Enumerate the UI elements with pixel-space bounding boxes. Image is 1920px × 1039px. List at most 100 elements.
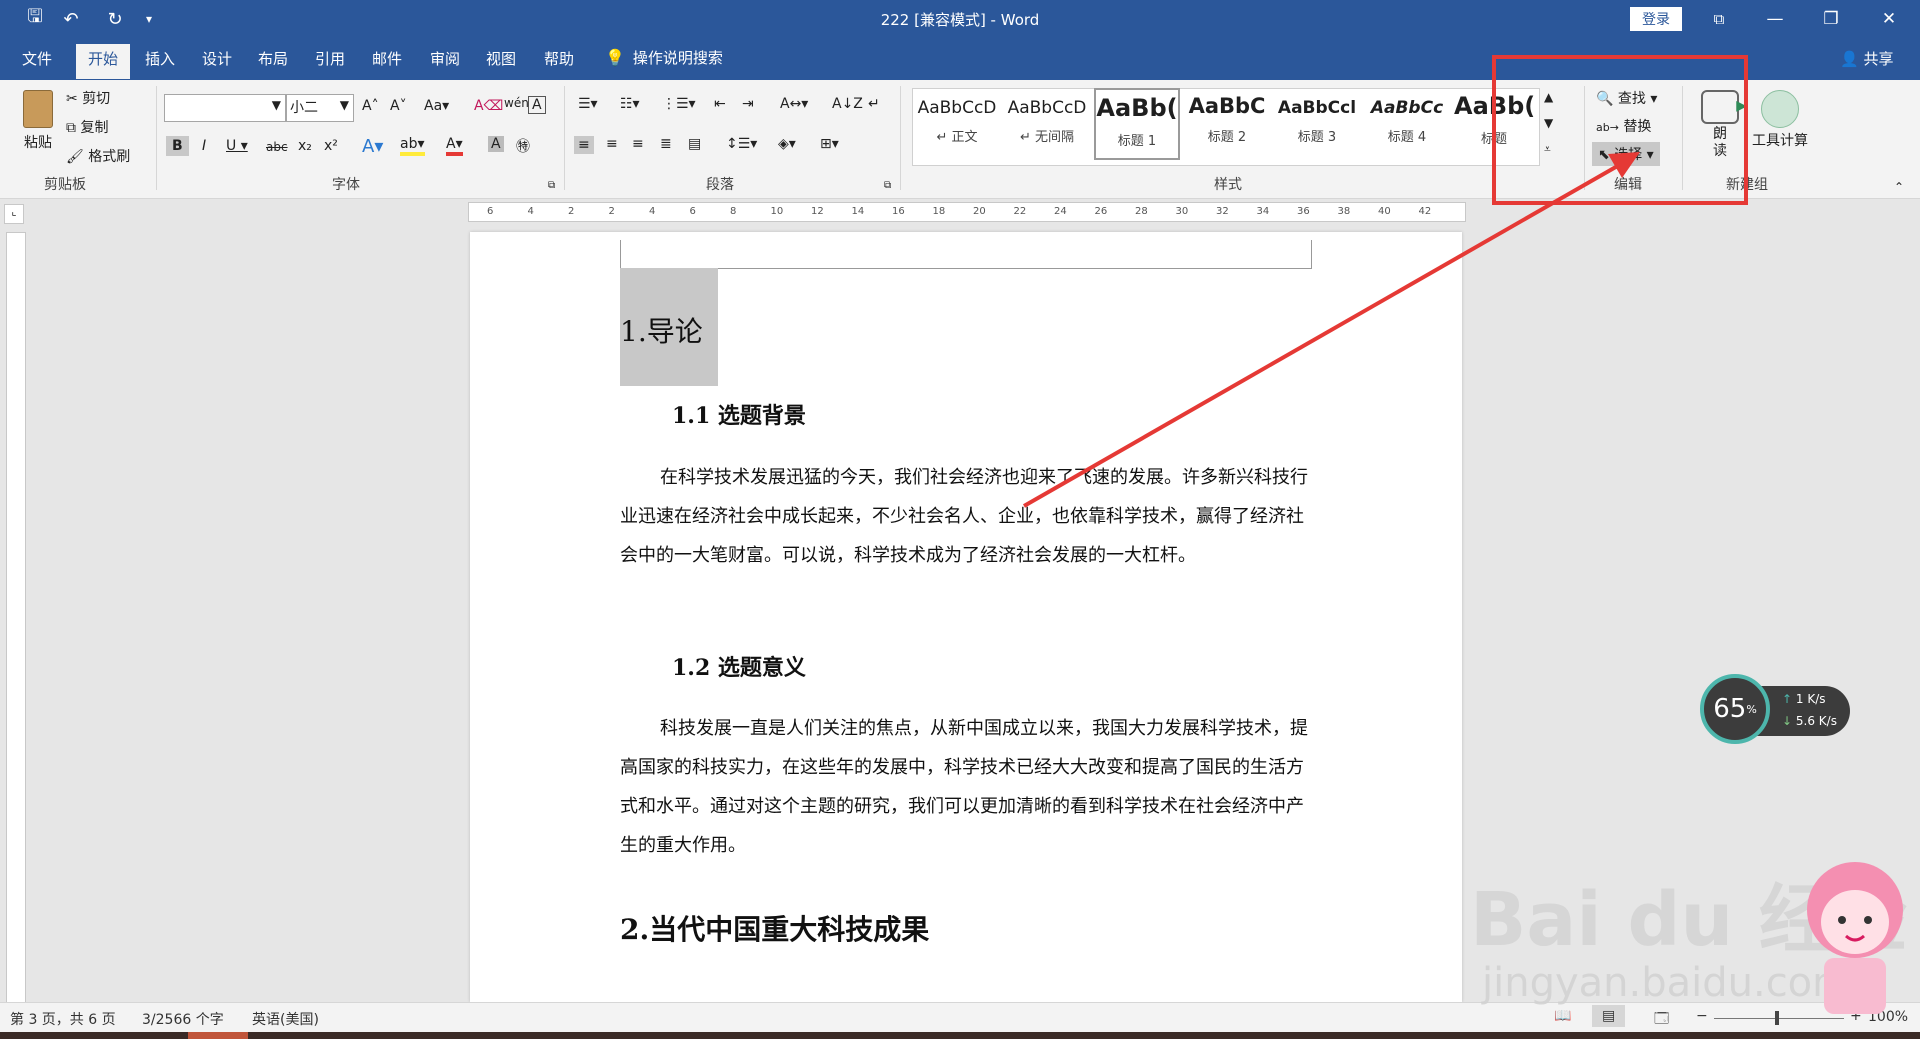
tab-layout[interactable]: 布局 xyxy=(258,48,288,69)
heading-1[interactable]: 2.当代中国重大科技成果 xyxy=(620,908,929,948)
align-center-button[interactable]: ≡ xyxy=(606,136,618,152)
phonetic-guide-icon[interactable]: wén xyxy=(504,96,529,110)
paste-button[interactable]: 粘贴 xyxy=(18,90,58,152)
format-painter-button[interactable]: 🖌 格式刷 xyxy=(66,146,130,166)
tell-me-search[interactable]: 💡 操作说明搜索 xyxy=(605,47,723,68)
tab-view[interactable]: 视图 xyxy=(486,48,516,69)
tab-insert[interactable]: 插入 xyxy=(145,48,175,69)
network-monitor-widget[interactable]: ↑ 1 K/s ↓ 5.6 K/s 65% xyxy=(1700,674,1850,746)
login-button[interactable]: 登录 xyxy=(1630,7,1682,31)
style-heading-1[interactable]: AaBb( 标题 1 xyxy=(1094,88,1180,160)
font-dialog-launcher-icon[interactable]: ⧉ xyxy=(548,180,555,191)
font-color-icon[interactable]: A▾ xyxy=(446,136,463,156)
share-button[interactable]: 👤 共享 xyxy=(1840,48,1893,69)
chinese-layout-icon[interactable]: A↔▾ xyxy=(780,96,808,112)
font-size-dropdown[interactable]: 小二 ▼ xyxy=(286,94,354,122)
language-indicator[interactable]: 英语(美国) xyxy=(252,1009,319,1029)
ribbon-display-options-icon[interactable]: ⧉ xyxy=(1696,6,1742,32)
document-page[interactable]: 1.导论 1.1 选题背景 在科学技术发展迅猛的今天，我们社会经济也迎来了飞速的… xyxy=(470,232,1462,1002)
calculator-icon xyxy=(1761,90,1799,128)
style-sample: AaBbCcD xyxy=(917,98,997,118)
paragraph-dialog-launcher-icon[interactable]: ⧉ xyxy=(884,180,891,191)
style-normal[interactable]: AaBbCcD ↵ 正文 xyxy=(914,88,1000,160)
ruler-tick-label: 38 xyxy=(1337,206,1351,217)
tab-design[interactable]: 设计 xyxy=(202,48,232,69)
decrease-indent-icon[interactable]: ⇤ xyxy=(714,96,726,112)
heading-1[interactable]: 1.导论 xyxy=(620,310,703,350)
line-spacing-icon[interactable]: ↕☰▾ xyxy=(726,136,757,152)
close-button[interactable]: ✕ xyxy=(1866,6,1912,32)
align-left-button[interactable]: ≡ xyxy=(574,136,594,154)
ruler-tick-label: 26 xyxy=(1094,206,1108,217)
search-hint-label: 操作说明搜索 xyxy=(632,49,723,67)
char-shading-icon[interactable]: A xyxy=(488,136,504,152)
tab-references[interactable]: 引用 xyxy=(315,48,345,69)
horizontal-ruler[interactable]: 6 4 2 2 4 6 8 10 12 14 16 18 20 22 24 26 28 30 32 34 36 38 40 4… xyxy=(468,202,1466,222)
tool-calc-button[interactable]: 工具计算 xyxy=(1750,90,1810,150)
bullets-icon[interactable]: ☰▾ xyxy=(578,96,598,112)
maximize-button[interactable]: ❐ xyxy=(1808,6,1854,32)
subscript-button[interactable]: x₂ xyxy=(298,138,312,154)
sort-icon[interactable]: A↓Z xyxy=(832,96,863,112)
tab-file[interactable]: 文件 xyxy=(22,48,52,69)
style-heading-2[interactable]: AaBbC 标题 2 xyxy=(1184,88,1270,160)
paragraph-group-label: 段落 xyxy=(706,177,734,193)
tab-selector[interactable]: ⌞ xyxy=(4,204,24,224)
collapse-ribbon-icon[interactable]: ⌃ xyxy=(1894,180,1904,194)
justify-button[interactable]: ≣ xyxy=(660,136,672,152)
ruler-ticks: 6 4 2 2 4 6 8 10 12 14 16 18 20 22 24 26 28 30 32 34 36 38 40 4… xyxy=(469,203,1465,221)
highlight-icon[interactable]: ab▾ xyxy=(400,136,425,156)
vertical-ruler[interactable] xyxy=(6,232,26,1004)
ruler-tick-label: 2 xyxy=(568,206,575,217)
network-speed-panel: ↑ 1 K/s ↓ 5.6 K/s xyxy=(1756,686,1850,736)
body-paragraph[interactable]: 科技发展一直是人们关注的焦点，从新中国成立以来，我国大力发展科学技术，提高国家的… xyxy=(620,709,1320,865)
memory-percent: 65 xyxy=(1713,694,1747,724)
cut-button[interactable]: ✂ 剪切 xyxy=(66,88,110,108)
change-case-icon[interactable]: Aa▾ xyxy=(424,98,449,114)
tab-home[interactable]: 开始 xyxy=(76,44,131,79)
align-right-button[interactable]: ≡ xyxy=(632,136,644,152)
numbering-icon[interactable]: ☷▾ xyxy=(620,96,640,112)
ruler-tick-label: 30 xyxy=(1175,206,1189,217)
font-name-dropdown[interactable]: ▼ xyxy=(164,94,286,122)
enclose-char-icon[interactable]: ㊕ xyxy=(516,136,530,156)
shrink-font-icon[interactable]: A˅ xyxy=(390,98,407,114)
word-count[interactable]: 3/2566 个字 xyxy=(142,1009,224,1029)
strikethrough-button[interactable]: abc xyxy=(266,140,288,154)
distributed-button[interactable]: ▤ xyxy=(688,136,701,152)
minimize-button[interactable]: — xyxy=(1752,6,1798,32)
borders-icon[interactable]: ⊞▾ xyxy=(820,136,839,152)
style-heading-4[interactable]: AaBbCc 标题 4 xyxy=(1364,88,1450,160)
download-speed: ↓ 5.6 K/s xyxy=(1782,714,1837,728)
ruler-tick-label: 32 xyxy=(1216,206,1229,217)
format-painter-label: 格式刷 xyxy=(88,149,131,165)
tab-review[interactable]: 审阅 xyxy=(430,48,460,69)
show-marks-icon[interactable]: ↵ xyxy=(868,96,880,112)
tab-mailings[interactable]: 邮件 xyxy=(372,48,402,69)
heading-2[interactable]: 1.2 选题意义 xyxy=(672,650,806,682)
copy-button[interactable]: ⧉ 复制 xyxy=(66,117,108,137)
superscript-button[interactable]: x² xyxy=(324,138,338,154)
grow-font-icon[interactable]: A˄ xyxy=(362,98,379,114)
copy-label: 复制 xyxy=(80,120,109,136)
ruler-tick-label: 40 xyxy=(1378,206,1391,217)
memory-usage-circle: 65% xyxy=(1700,674,1770,744)
heading-2[interactable]: 1.1 选题背景 xyxy=(672,398,806,430)
style-heading-3[interactable]: AaBbCcl 标题 3 xyxy=(1274,88,1360,160)
ruler-tick-label: 2 xyxy=(608,206,615,217)
char-border-icon[interactable]: A xyxy=(528,96,546,114)
page-count[interactable]: 第 3 页，共 6 页 xyxy=(10,1009,116,1029)
body-paragraph[interactable]: 在科学技术发展迅猛的今天，我们社会经济也迎来了飞速的发展。许多新兴科技行业迅速在… xyxy=(620,458,1320,575)
underline-button[interactable]: U ▾ xyxy=(226,138,248,154)
text-effects-icon[interactable]: A▾ xyxy=(362,136,383,157)
bold-button[interactable]: B xyxy=(166,136,189,156)
clear-format-icon[interactable]: A⌫ xyxy=(474,98,503,114)
multilevel-list-icon[interactable]: ⋮☰▾ xyxy=(662,96,696,112)
tab-help[interactable]: 帮助 xyxy=(544,48,574,69)
italic-button[interactable]: I xyxy=(202,138,206,154)
shading-icon[interactable]: ◈▾ xyxy=(778,136,796,152)
style-no-spacing[interactable]: AaBbCcD ↵ 无间隔 xyxy=(1004,88,1090,160)
group-divider xyxy=(156,86,157,190)
chevron-down-icon: ▼ xyxy=(271,98,281,112)
increase-indent-icon[interactable]: ⇥ xyxy=(742,96,754,112)
